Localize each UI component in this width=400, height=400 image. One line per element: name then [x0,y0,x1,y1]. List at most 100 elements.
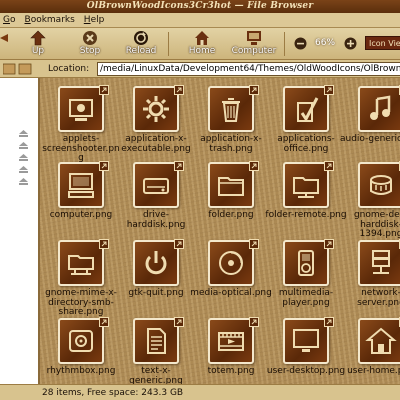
location-toggle-icon[interactable] [2,63,33,75]
eject-icon[interactable] [19,154,28,161]
office-icon [283,85,334,132]
file-item[interactable]: user-desktop.png [265,317,347,384]
rhythmbox-icon [58,317,109,364]
link-emblem-icon [324,161,334,171]
link-emblem-icon [99,161,109,171]
menu-bar: Go Bookmarks Help [0,13,400,28]
harddisk-1394-icon [358,161,400,208]
file-item-label: applications-office.png [277,134,335,154]
link-emblem-icon [249,161,259,171]
file-item-label: drive-harddisk.png [126,210,186,230]
file-item[interactable]: application-x-trash.png [190,85,272,162]
location-input[interactable]: /media/LinuxData/Development64/Themes/Ol… [97,62,400,76]
eject-icon[interactable] [19,178,28,185]
toolbar: Up Stop Reload Home Computer 66% Icon Vi… [0,28,400,60]
eject-icon[interactable] [19,166,28,173]
zoom-in-icon[interactable] [344,37,357,53]
link-emblem-icon [324,85,334,95]
status-bar: 28 items, Free space: 243.3 GB [0,384,400,400]
file-item[interactable]: computer.png [40,161,122,238]
file-item-label: network-server.png [357,288,400,308]
file-item[interactable]: drive-harddisk.png [115,161,197,238]
toolbar-separator [168,32,169,56]
file-item[interactable]: multimedia-player.png [265,239,347,316]
file-item[interactable]: audio-generic.png [340,85,400,162]
file-item[interactable]: gnome-dev-harddisk-1394.png [340,161,400,239]
disc-icon [208,239,259,286]
eject-icon[interactable] [19,130,28,137]
power-icon [133,239,184,286]
file-item-label: text-x-generic.png [129,366,183,384]
up-arrow-icon [16,30,60,46]
view-mode-select[interactable]: Icon View [365,36,400,50]
file-item-label: audio-generic.png [340,134,400,144]
icon-view[interactable]: applets-screenshooter.png application-x-e… [40,78,400,384]
window-title: OlBrownWoodIcons3Cr3hot — File Browser [0,0,400,13]
location-label: Location: [48,64,90,74]
file-item[interactable]: text-x-generic.png [115,317,197,384]
link-emblem-icon [324,317,334,327]
link-emblem-icon [249,85,259,95]
link-emblem-icon [249,239,259,249]
file-item[interactable]: applets-screenshooter.png [40,85,122,163]
file-item[interactable]: application-x-executable.png [115,85,197,162]
menu-bookmarks[interactable]: Bookmarks [25,15,75,25]
file-item-label: gnome-dev-harddisk-1394.png [353,210,400,239]
file-item[interactable]: media-optical.png [190,239,272,316]
network-folder-icon [58,239,109,286]
file-item-label: folder.png [208,210,254,220]
file-item[interactable]: user-home.png [340,317,400,384]
home-button[interactable]: Home [180,30,224,58]
file-item[interactable]: totem.png [190,317,272,384]
file-item[interactable]: folder.png [190,161,272,238]
file-item-label: application-x-trash.png [200,134,262,154]
link-emblem-icon [99,317,109,327]
home-label: Home [188,46,216,56]
file-item-label: user-home.png [347,366,400,376]
link-emblem-icon [174,317,184,327]
media-player-icon [283,239,334,286]
toolbar-separator [284,32,285,56]
link-emblem-icon [99,239,109,249]
reload-label: Reload [125,46,157,56]
folder-icon [208,161,259,208]
gear-icon [133,85,184,132]
side-pane[interactable] [0,78,40,384]
file-item[interactable]: gtk-quit.png [115,239,197,316]
home-icon [358,317,400,364]
file-item[interactable]: network-server.png [340,239,400,316]
up-button[interactable]: Up [16,30,60,58]
music-note-icon [358,85,400,132]
file-item[interactable]: rhythmbox.png [40,317,122,384]
server-icon [358,239,400,286]
file-item-label: gnome-mime-x-directory-smb-share.png [45,288,117,317]
computer-icon [58,161,109,208]
screenshot-icon [58,85,109,132]
up-label: Up [31,46,45,56]
file-item-label: computer.png [49,210,113,220]
file-item-label: rhythmbox.png [46,366,116,376]
link-emblem-icon [324,239,334,249]
link-emblem-icon [174,161,184,171]
trash-icon [208,85,259,132]
computer-label: Computer [231,46,277,56]
file-item[interactable]: folder-remote.png [265,161,347,238]
file-item[interactable]: gnome-mime-x-directory-smb-share.png [40,239,122,317]
stop-button[interactable]: Stop [68,30,112,58]
file-item-label: multimedia-player.png [278,288,334,308]
reload-button[interactable]: Reload [119,30,163,58]
menu-help[interactable]: Help [84,15,105,25]
folder-remote-icon [283,161,334,208]
text-document-icon [133,317,184,364]
file-item-label: totem.png [207,366,255,376]
stop-icon [68,30,112,46]
menu-go[interactable]: Go [3,15,16,25]
zoom-level[interactable]: 66% [315,38,335,48]
link-emblem-icon [99,85,109,95]
file-item[interactable]: applications-office.png [265,85,347,162]
file-item-label: user-desktop.png [266,366,346,376]
eject-icon[interactable] [19,142,28,149]
zoom-out-icon[interactable] [294,37,307,53]
computer-button[interactable]: Computer [229,30,279,58]
harddisk-icon [133,161,184,208]
